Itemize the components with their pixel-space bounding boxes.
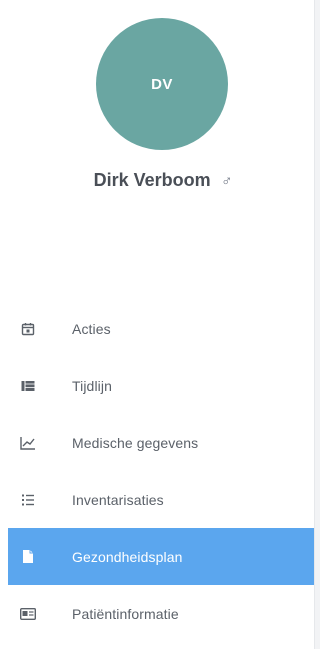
sidebar-item-label: Tijdlijn [72, 377, 112, 394]
calendar-icon [18, 319, 38, 339]
sidebar-item-label: Gezondheidsplan [72, 548, 183, 565]
patient-sidebar: DV Dirk Verboom ♂ Acties Tijdlijn Medisc… [0, 0, 320, 649]
sidebar-item-label: Inventarisaties [72, 491, 164, 508]
sidebar-item-medische-gegevens[interactable]: Medische gegevens [0, 414, 320, 471]
sidebar-item-tijdlijn[interactable]: Tijdlijn [0, 357, 320, 414]
id-card-icon [18, 604, 38, 624]
document-icon [18, 547, 38, 567]
male-gender-icon: ♂ [221, 173, 233, 190]
sidebar-item-gezondheidsplan[interactable]: Gezondheidsplan [8, 528, 320, 585]
patient-profile: DV Dirk Verboom ♂ [0, 0, 320, 230]
avatar: DV [96, 18, 228, 150]
timeline-icon [18, 376, 38, 396]
sidebar-item-patientinformatie[interactable]: Patiëntinformatie [0, 585, 320, 642]
sidebar-item-inventarisaties[interactable]: Inventarisaties [0, 471, 320, 528]
sidebar-nav: Acties Tijdlijn Medische gegevens Invent… [0, 300, 320, 642]
chart-line-icon [18, 433, 38, 453]
sidebar-item-acties[interactable]: Acties [0, 300, 320, 357]
avatar-initials: DV [151, 75, 173, 93]
sidebar-item-label: Patiëntinformatie [72, 605, 179, 622]
sidebar-item-label: Medische gegevens [72, 434, 199, 451]
sidebar-divider [314, 0, 320, 649]
patient-name: Dirk Verboom [93, 170, 211, 190]
sidebar-item-label: Acties [72, 320, 111, 337]
patient-name-row: Dirk Verboom ♂ [0, 170, 320, 191]
list-icon [18, 490, 38, 510]
